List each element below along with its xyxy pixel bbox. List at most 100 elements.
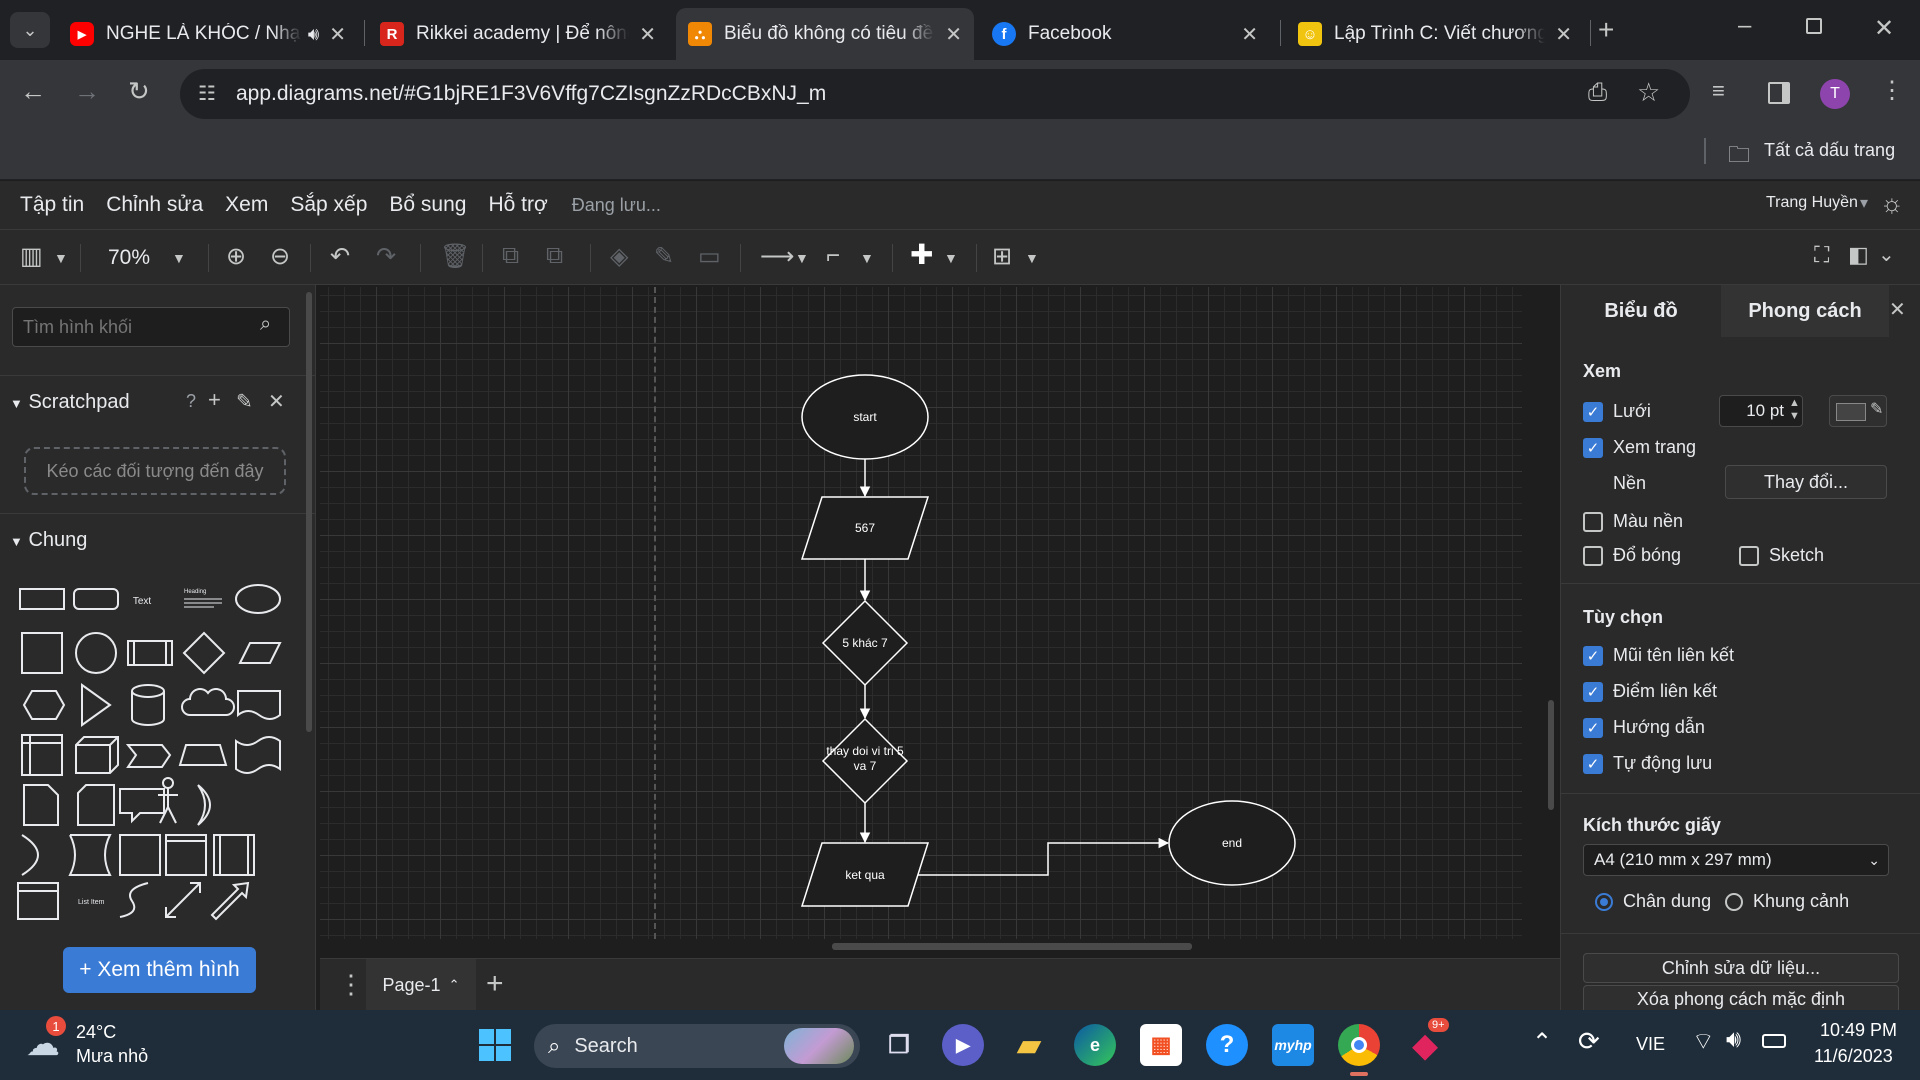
general-section-header[interactable]: ▼ Chung [10, 529, 87, 552]
close-icon[interactable]: ✕ [945, 22, 962, 47]
shape-palette[interactable]: Text Heading List Item [14, 577, 284, 927]
zoom-out-icon[interactable]: ⊖ [270, 242, 290, 271]
reload-icon[interactable]: ↻ [128, 76, 150, 107]
spinner-icon[interactable]: ▲ ▼ [1789, 397, 1800, 423]
microsoft-store-icon[interactable]: ▦ [1140, 1024, 1182, 1066]
shape-tape[interactable] [235, 736, 281, 774]
shadow-icon[interactable]: ▭ [698, 242, 721, 271]
shape-search-input[interactable] [12, 307, 290, 347]
shape-actor[interactable] [158, 777, 178, 824]
windows-start-icon[interactable] [474, 1024, 516, 1066]
guides-checkbox[interactable]: ✓ Hướng dẫn [1583, 717, 1705, 738]
tab-search-button[interactable]: ⌄ [10, 12, 50, 48]
shape-and[interactable] [21, 834, 39, 876]
more-shapes-button[interactable]: + Xem thêm hình [63, 947, 256, 993]
shape-list[interactable] [17, 882, 59, 920]
shape-rounded-rectangle[interactable] [73, 588, 119, 610]
delete-icon[interactable]: 🗑︎ [440, 242, 470, 271]
canvas-vscrollbar[interactable] [1548, 700, 1554, 810]
url-text[interactable]: app.diagrams.net/#G1bjRE1F3V6Vffg7CZIsgn… [236, 82, 826, 106]
to-front-icon[interactable]: ⧉ [502, 242, 519, 270]
site-info-icon[interactable]: ☷ [198, 81, 216, 106]
menu-help[interactable]: Hỗ trợ [488, 193, 547, 217]
sync-icon[interactable]: ⟳ [1578, 1026, 1600, 1057]
tab-drawio[interactable]: ⛬ Biểu đồ không có tiêu đề ✕ [676, 8, 974, 60]
new-tab-button[interactable]: + [1598, 14, 1614, 46]
get-help-icon[interactable]: ? [1206, 1024, 1248, 1066]
address-bar[interactable]: ☷ app.diagrams.net/#G1bjRE1F3V6Vffg7CZIs… [180, 69, 1690, 119]
shape-rectangle[interactable] [19, 588, 65, 610]
battery-icon[interactable] [1762, 1034, 1786, 1048]
shape-data-storage[interactable] [68, 834, 112, 876]
shape-cube[interactable] [75, 736, 119, 774]
shape-step[interactable] [125, 744, 172, 768]
format-panel-icon[interactable]: ▥ [20, 242, 43, 271]
shape-note[interactable] [23, 784, 59, 826]
user-name[interactable]: Trang Huyền [1766, 194, 1858, 212]
grid-checkbox[interactable]: ✓ Lưới [1583, 401, 1651, 422]
shape-card[interactable] [77, 784, 115, 826]
close-icon[interactable]: ✕ [1555, 22, 1572, 47]
edge-output-end[interactable] [918, 837, 1170, 876]
to-back-icon[interactable]: ⧉ [546, 242, 563, 270]
undo-icon[interactable]: ↶ [330, 242, 350, 271]
close-icon[interactable]: ✕ [639, 22, 656, 47]
all-bookmarks-link[interactable]: Tất cả dấu trang [1764, 140, 1895, 161]
portrait-radio[interactable]: Chân dung [1595, 891, 1711, 912]
chevron-down-icon[interactable]: ▼ [54, 250, 68, 266]
add-icon[interactable]: + [208, 387, 221, 413]
menu-extras[interactable]: Bổ sung [389, 193, 466, 217]
help-icon[interactable]: ? [186, 391, 196, 412]
menu-file[interactable]: Tập tin [20, 193, 84, 217]
forward-icon[interactable]: → [74, 76, 100, 107]
tab-facebook[interactable]: f Facebook ✕ [980, 8, 1270, 60]
chevron-down-icon[interactable]: ▼ [944, 250, 958, 266]
shape-or[interactable] [197, 784, 211, 826]
table-icon[interactable]: ⊞ [992, 242, 1012, 271]
edit-data-button[interactable]: Chỉnh sửa dữ liệu... [1583, 953, 1899, 983]
connection-arrows-checkbox[interactable]: ✓ Mũi tên liên kết [1583, 645, 1734, 666]
line-color-icon[interactable]: ✎ [654, 242, 674, 271]
volume-icon[interactable]: 🔊︎ [1726, 1026, 1741, 1054]
chevron-down-icon[interactable]: ▼ [860, 250, 874, 266]
shape-internal-storage[interactable] [21, 734, 63, 776]
close-icon[interactable]: ✕ [268, 389, 285, 414]
change-background-button[interactable]: Thay đổi... [1725, 465, 1887, 499]
shape-arrow[interactable] [210, 881, 250, 921]
taskbar-search[interactable]: ⌕ Search [534, 1024, 860, 1068]
shape-circle[interactable] [75, 632, 117, 674]
shape-parallelogram[interactable] [238, 642, 282, 664]
window-close-button[interactable]: ✕ [1874, 14, 1894, 43]
zoom-level[interactable]: 70% [108, 246, 150, 270]
waypoints-icon[interactable]: ⌐ [826, 242, 840, 270]
close-icon[interactable]: ✕ [1241, 22, 1258, 47]
shape-bidirectional-arrow[interactable] [165, 882, 201, 918]
shape-cylinder[interactable] [130, 684, 165, 726]
back-icon[interactable]: ← [20, 76, 46, 107]
zoom-in-icon[interactable]: ⊕ [226, 242, 246, 271]
shape-text[interactable]: Text [133, 596, 152, 607]
chevron-down-icon[interactable]: ▼ [172, 250, 186, 266]
redo-icon[interactable]: ↷ [376, 242, 396, 271]
connection-arrow-icon[interactable]: ⟶ [760, 242, 794, 271]
more-menu-icon[interactable]: ⋮ [1880, 76, 1904, 105]
tab-youtube[interactable]: ▶ NGHE LÀ KHÓC / Nhạc 🔊︎ ✕ [58, 8, 358, 60]
paper-size-select[interactable]: A4 (210 mm x 297 mm) ⌄ [1583, 844, 1889, 876]
language-indicator[interactable]: VIE [1636, 1034, 1665, 1055]
myhp-icon[interactable]: myhp [1272, 1024, 1314, 1066]
edit-icon[interactable]: ✎ [236, 389, 253, 414]
insert-plus-icon[interactable]: ✚ [910, 238, 933, 271]
shape-curve[interactable] [119, 882, 149, 918]
chevron-down-icon[interactable]: ▼ [1025, 250, 1039, 266]
tab-rikkei[interactable]: R Rikkei academy | Để nông ✕ [368, 8, 668, 60]
task-view-icon[interactable]: ❐ [878, 1024, 920, 1066]
shape-hexagon[interactable] [22, 690, 66, 720]
format-toggle-icon[interactable]: ◧ [1848, 242, 1869, 268]
connection-points-checkbox[interactable]: ✓ Điểm liên kết [1583, 681, 1717, 702]
wifi-icon[interactable]: ⌔ [1692, 1026, 1715, 1056]
shape-square[interactable] [21, 632, 63, 674]
shape-square-2[interactable] [119, 834, 161, 876]
install-app-icon[interactable]: ⎙ [1588, 79, 1607, 107]
shape-triangle[interactable] [81, 683, 112, 727]
page-tab[interactable]: Page-1 ⌃ [366, 959, 476, 1011]
